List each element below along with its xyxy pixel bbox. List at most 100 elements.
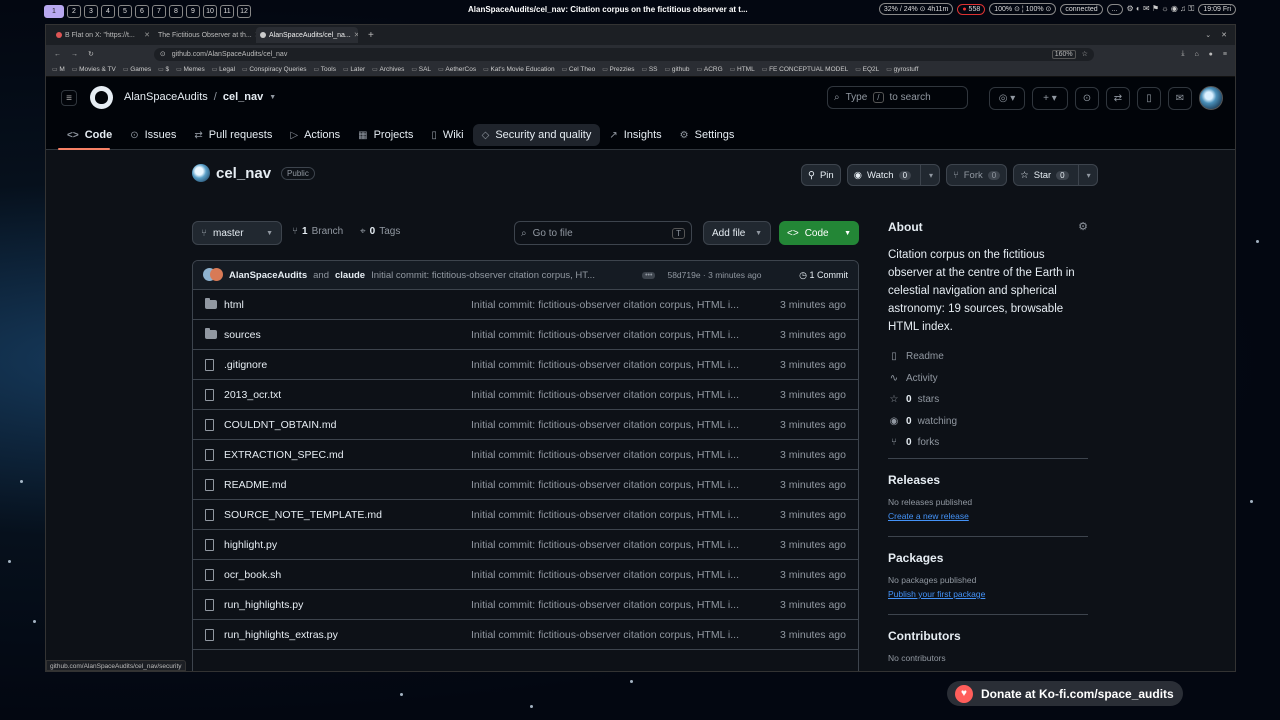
bookmark-folder[interactable]: Tools — [313, 66, 336, 73]
copilot-button[interactable]: ◎ ▾ — [989, 86, 1025, 110]
pull-requests-icon[interactable]: ⇄ — [1106, 86, 1130, 110]
workspace-switcher[interactable]: 1 2 3 4 5 6 7 8 9 10 11 12 — [44, 4, 251, 18]
notification-pill[interactable]: 558 — [957, 3, 986, 15]
tab-wiki[interactable]: ▯ Wiki — [422, 124, 472, 146]
star-button[interactable]: ☆ Star 0 ▾ — [1013, 164, 1098, 186]
download-icon[interactable]: ⤓ — [1181, 50, 1184, 58]
bookmark-folder[interactable]: Archives — [372, 66, 404, 73]
tags-link[interactable]: ⌖ 0 Tags — [360, 226, 400, 237]
workspace-4[interactable]: 4 — [101, 4, 115, 18]
bookmark-folder[interactable]: FE CONCEPTUAL MODEL — [762, 66, 848, 73]
owner-link[interactable]: AlanSpaceAudits — [124, 91, 208, 103]
commit-hash-time[interactable]: 58d719e · 3 minutes ago — [667, 270, 761, 280]
file-name-link[interactable]: highlight.py — [224, 539, 277, 551]
commit-author[interactable]: AlanSpaceAudits — [229, 270, 307, 281]
file-commit-message[interactable]: Initial commit: fictitious-observer cita… — [471, 449, 755, 461]
releases-title[interactable]: Releases — [888, 473, 1088, 487]
bookmark-folder[interactable]: Legal — [212, 66, 235, 73]
chevron-down-icon[interactable]: ▾ — [1077, 165, 1091, 185]
close-tab-icon[interactable]: ✕ — [144, 31, 150, 39]
bookmark-folder[interactable]: $ — [158, 66, 169, 73]
workspace-7[interactable]: 7 — [152, 4, 166, 18]
bookmark-folder[interactable]: SS — [641, 66, 658, 73]
file-name-link[interactable]: html — [224, 299, 244, 311]
workspace-2[interactable]: 2 — [67, 4, 81, 18]
commits-link[interactable]: ◷ 1 Commit — [799, 270, 848, 281]
kofi-donate-banner[interactable]: ♥ Donate at Ko-fi.com/space_audits — [947, 681, 1183, 706]
repo-title[interactable]: cel_nav — [216, 165, 271, 182]
file-name-link[interactable]: COULDNT_OBTAIN.md — [224, 419, 336, 431]
bookmark-folder[interactable]: Conspiracy Queries — [242, 66, 306, 73]
bookmark-folder[interactable]: Games — [123, 66, 151, 73]
readme-link[interactable]: ▯ Readme — [888, 346, 1088, 368]
user-avatar[interactable] — [1199, 86, 1223, 110]
profile-icon[interactable]: ● — [1209, 51, 1213, 58]
bookmark-folder[interactable]: Prezzies — [602, 66, 635, 73]
file-commit-message[interactable]: Initial commit: fictitious-observer cita… — [471, 599, 755, 611]
table-row[interactable]: run_highlights.py Initial commit: fictiti… — [193, 590, 858, 620]
hamburger-menu-icon[interactable]: ≡ — [61, 90, 77, 106]
tab-issues[interactable]: ⊙ Issues — [121, 124, 185, 146]
close-window-icon[interactable]: ✕ — [1221, 31, 1227, 39]
table-row[interactable]: html Initial commit: fictitious-observer … — [193, 290, 858, 320]
tray-icons[interactable]: ⚙ ◐ ✉ ⚑ ☼ ◉ ♫ ⚿ — [1127, 4, 1195, 14]
repo-switch-chevron-icon[interactable]: ▼ — [269, 94, 276, 101]
file-commit-message[interactable]: Initial commit: fictitious-observer cita… — [471, 569, 755, 581]
bookmark-folder[interactable]: Memes — [176, 66, 204, 73]
bookmark-folder[interactable]: EQ2L — [855, 66, 880, 73]
file-commit-message[interactable]: Initial commit: fictitious-observer cita… — [471, 419, 755, 431]
file-name-link[interactable]: EXTRACTION_SPEC.md — [224, 449, 344, 461]
contributors-title[interactable]: Contributors — [888, 629, 1088, 643]
table-row[interactable]: COULDNT_OBTAIN.md Initial commit: fictiti… — [193, 410, 858, 440]
create-new-button[interactable]: + ▾ — [1032, 86, 1068, 110]
workspace-6[interactable]: 6 — [135, 4, 149, 18]
search-input[interactable]: ⌕ Type / to search — [827, 86, 968, 109]
file-commit-message[interactable]: Initial commit: fictitious-observer cita… — [471, 539, 755, 551]
bookmark-folder[interactable]: Later — [343, 66, 365, 73]
menu-icon[interactable]: ≡ — [1223, 51, 1227, 58]
file-name-link[interactable]: SOURCE_NOTE_TEMPLATE.md — [224, 509, 382, 521]
address-field[interactable]: ⊙ github.com/AlanSpaceAudits/cel_nav 160… — [153, 47, 1094, 61]
zoom-level[interactable]: 160% — [1051, 49, 1076, 59]
table-row[interactable]: README.md Initial commit: fictitious-obse… — [193, 470, 858, 500]
repositories-icon[interactable]: ▯ — [1137, 86, 1161, 110]
clock[interactable]: 19:09 Fri — [1198, 3, 1236, 15]
workspace-5[interactable]: 5 — [118, 4, 132, 18]
more-pill[interactable]: ... — [1106, 3, 1123, 15]
workspace-12[interactable]: 12 — [237, 4, 251, 18]
publish-package-link[interactable]: Publish your first package — [888, 589, 1088, 599]
browser-tab[interactable]: B Flat on X: "https://t... ✕ — [52, 27, 154, 43]
stars-link[interactable]: ☆ 0 stars — [888, 389, 1088, 411]
fork-button[interactable]: ⑂ Fork 0 — [946, 164, 1008, 186]
code-button[interactable]: <> Code ▼ — [779, 221, 859, 245]
close-tab-icon[interactable]: ✕ — [354, 31, 358, 39]
file-name-link[interactable]: run_highlights_extras.py — [224, 629, 338, 641]
watch-button[interactable]: ◉ Watch 0 ▾ — [846, 164, 941, 186]
bookmark-folder[interactable]: gyrostuff — [886, 66, 919, 73]
file-name-link[interactable]: .gitignore — [224, 359, 267, 371]
inbox-icon[interactable]: ✉ — [1168, 86, 1192, 110]
tab-list-icon[interactable]: ⌄ — [1205, 31, 1211, 39]
bookmark-folder[interactable]: Cel Theo — [562, 66, 595, 73]
table-row[interactable]: ocr_book.sh Initial commit: fictitious-ob… — [193, 560, 858, 590]
bookmark-folder[interactable]: ACRG — [697, 66, 723, 73]
table-row[interactable]: EXTRACTION_SPEC.md Initial commit: fictit… — [193, 440, 858, 470]
bookmark-folder[interactable]: SAL — [411, 66, 431, 73]
tab-actions[interactable]: ▷ Actions — [281, 124, 349, 146]
watching-link[interactable]: ◉ 0 watching — [888, 411, 1088, 433]
create-release-link[interactable]: Create a new release — [888, 511, 1088, 521]
browser-tab-active[interactable]: AlanSpaceAudits/cel_na...✕ — [256, 27, 358, 43]
expand-message-icon[interactable]: ••• — [642, 271, 656, 279]
url-text[interactable]: github.com/AlanSpaceAudits/cel_nav — [172, 51, 288, 58]
file-commit-message[interactable]: Initial commit: fictitious-observer cita… — [471, 479, 755, 491]
activity-link[interactable]: ∿ Activity — [888, 368, 1088, 390]
workspace-10[interactable]: 10 — [203, 4, 217, 18]
bookmark-star-icon[interactable]: ☆ — [1082, 50, 1088, 58]
file-commit-message[interactable]: Initial commit: fictitious-observer cita… — [471, 359, 755, 371]
file-commit-message[interactable]: Initial commit: fictitious-observer cita… — [471, 389, 755, 401]
pin-button[interactable]: ⚲ Pin — [801, 164, 841, 186]
go-to-file-input[interactable]: ⌕ Go to file T — [514, 221, 692, 245]
chevron-down-icon[interactable]: ▾ — [920, 165, 933, 185]
workspace-11[interactable]: 11 — [220, 4, 234, 18]
file-name-link[interactable]: 2013_ocr.txt — [224, 389, 281, 401]
